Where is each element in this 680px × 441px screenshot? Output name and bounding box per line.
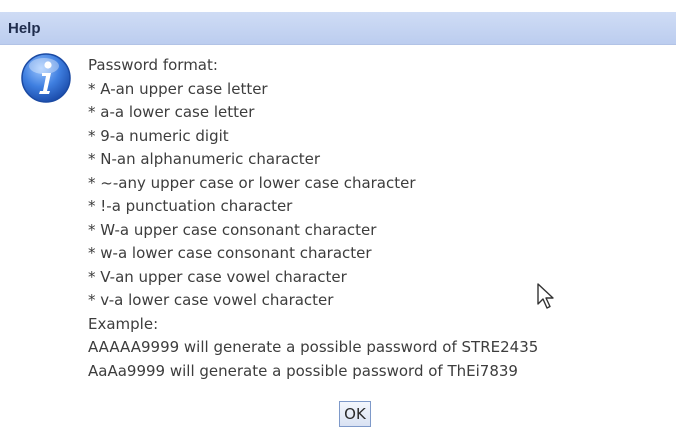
help-text-line: * A-an upper case letter	[88, 79, 268, 98]
help-text-line: * w-a lower case consonant character	[88, 244, 372, 262]
help-text-line: * V-an upper case vowel character	[88, 267, 347, 286]
help-text-line: * ~-any upper case or lower case charact…	[88, 173, 416, 192]
help-text-line: * v-a lower case vowel character	[88, 291, 334, 309]
help-text-line: * 9-a numeric digit	[88, 126, 229, 145]
help-text-line: * W-a upper case consonant character	[88, 220, 377, 239]
help-dialog: Help Password format: * A-an upper case l…	[0, 0, 680, 441]
help-text-line: * !-a punctuation character	[88, 197, 293, 215]
help-text-line: AaAa9999 will generate a possible passwo…	[88, 361, 518, 380]
ok-button[interactable]: OK	[339, 401, 371, 427]
info-icon	[21, 53, 71, 103]
help-text-line: * N-an alphanumeric character	[88, 150, 320, 168]
help-content: Password format: * A-an upper case letter…	[88, 54, 538, 383]
help-text-line: AAAAA9999 will generate a possible passw…	[88, 338, 539, 356]
dialog-title: Help	[8, 20, 41, 37]
help-text-line: Example:	[88, 314, 159, 333]
dialog-titlebar[interactable]: Help	[0, 12, 676, 45]
help-text-line: Password format:	[88, 56, 218, 74]
help-text-line: * a-a lower case letter	[88, 103, 255, 121]
mouse-pointer-icon	[537, 283, 554, 309]
